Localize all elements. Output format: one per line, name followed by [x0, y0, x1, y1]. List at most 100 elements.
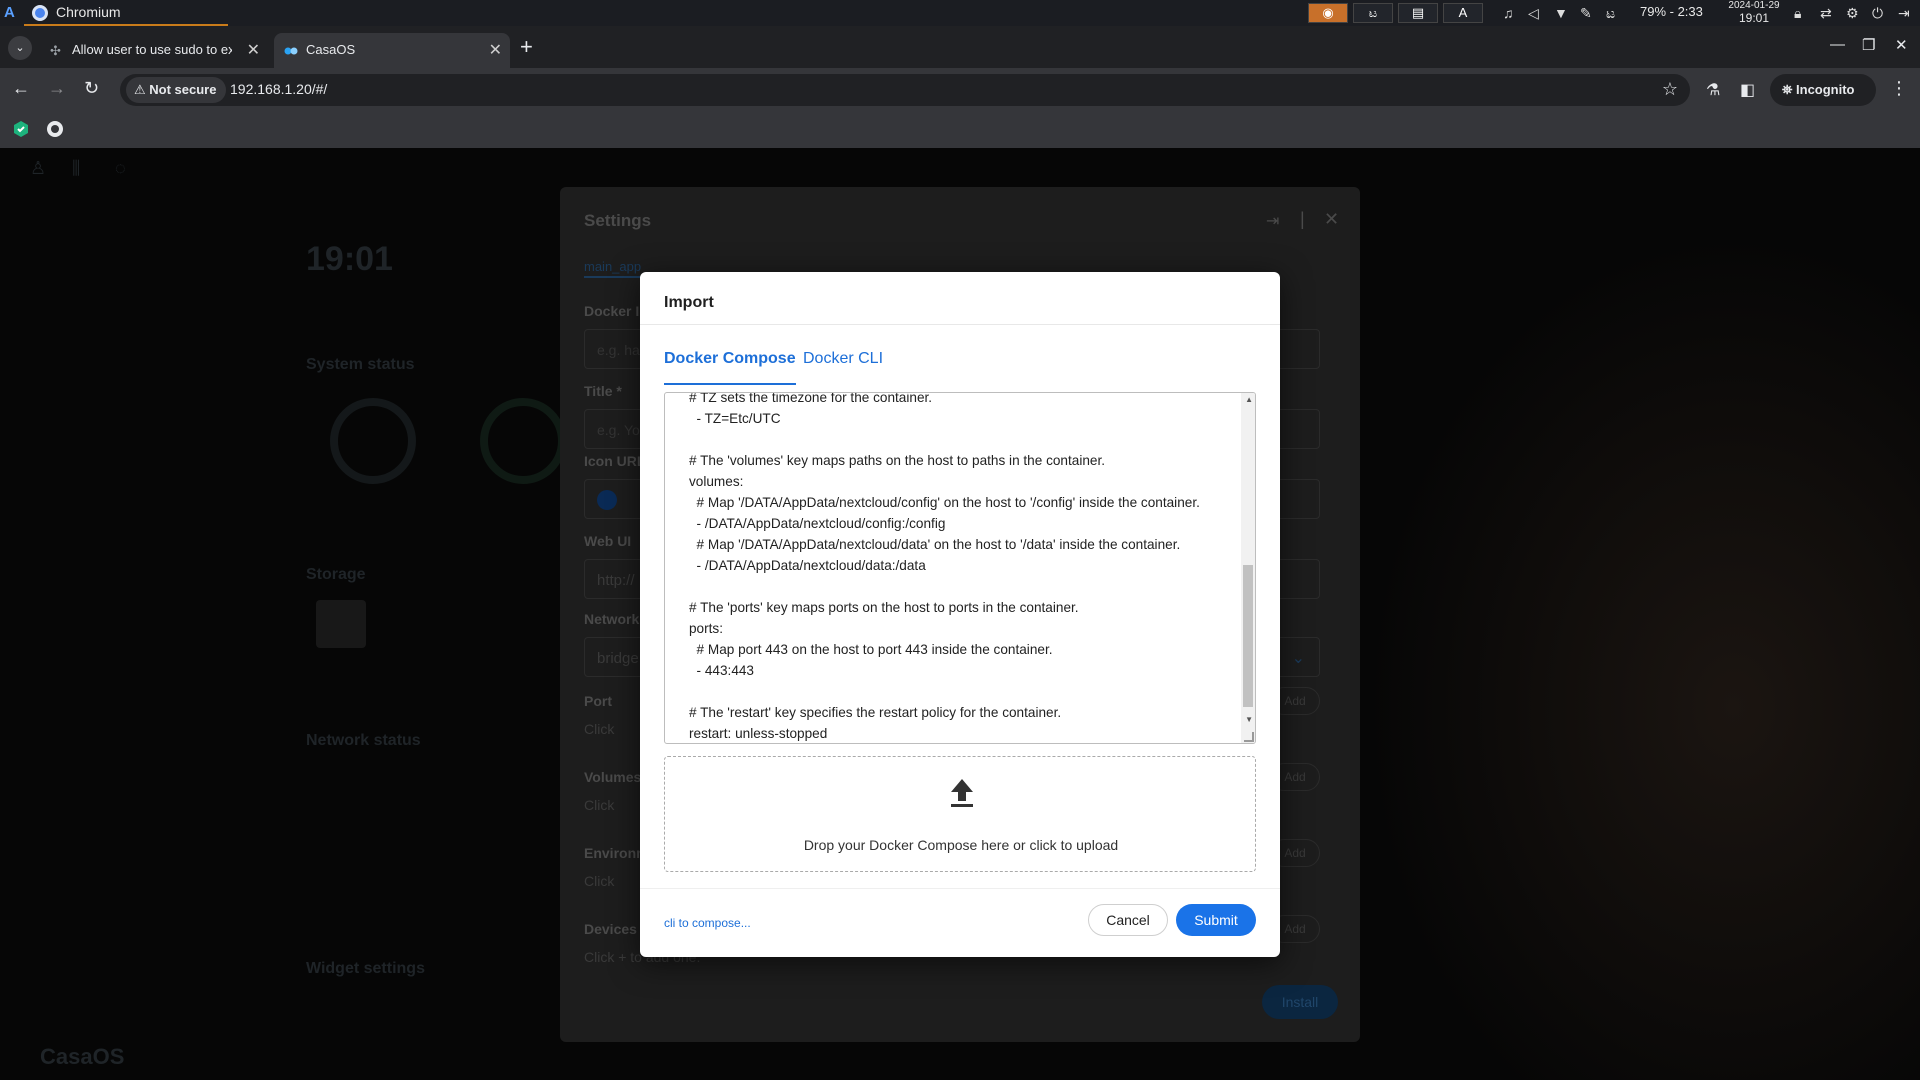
casaos-favicon-icon — [284, 43, 298, 57]
bell-icon[interactable]: ♫ — [1503, 5, 1514, 21]
widget-settings-heading: Widget settings — [306, 960, 425, 977]
forward-icon[interactable]: → — [48, 78, 66, 99]
security-label: Not secure — [149, 82, 217, 97]
new-tab-button[interactable]: + — [520, 34, 533, 60]
tray-terminal-icon[interactable]: A — [1443, 3, 1483, 23]
wallpaper — [1300, 148, 1920, 1080]
clock-time: 19:01 — [1738, 11, 1770, 25]
network-label: Network — [584, 611, 640, 627]
power-icon[interactable]: ⏻ — [1872, 5, 1883, 22]
bookmark-extension-icon[interactable] — [12, 120, 30, 138]
volume-icon[interactable]: ◁ — [1528, 5, 1539, 22]
side-panel-icon[interactable]: ◧ — [1740, 80, 1755, 100]
dropzone-text: Drop your Docker Compose here or click t… — [803, 837, 1119, 853]
scroll-down-icon[interactable]: ▼ — [1245, 715, 1253, 724]
close-window-icon[interactable]: ✕ — [1895, 36, 1908, 54]
ram-gauge — [480, 398, 566, 484]
reload-icon[interactable]: ↻ — [84, 78, 99, 99]
divider — [640, 324, 1280, 325]
submit-button[interactable]: Submit — [1176, 904, 1256, 936]
dialog-title: Import — [664, 294, 714, 311]
upload-dropzone[interactable]: Drop your Docker Compose here or click t… — [664, 756, 1256, 872]
compose-textarea[interactable]: # TZ sets the timezone for the container… — [664, 392, 1256, 744]
back-icon[interactable]: ← — [12, 78, 30, 99]
divider — [640, 888, 1280, 889]
warning-icon: ⚠ — [134, 82, 150, 97]
devices-label: Devices — [584, 921, 637, 937]
security-chip[interactable]: ⚠ Not secure — [126, 77, 227, 103]
tab-title: CasaOS — [306, 42, 356, 57]
app-indicator-icon[interactable]: ಟ — [1606, 5, 1615, 22]
web-ui-label: Web UI — [584, 533, 632, 549]
incognito-indicator[interactable]: ⛯ Incognito — [1770, 74, 1876, 106]
chat-icon[interactable]: ◌ — [115, 158, 126, 179]
logout-icon[interactable]: ⇥ — [1898, 5, 1910, 22]
install-button[interactable]: Install — [1262, 985, 1338, 1019]
chevron-down-icon: ⌄ — [1291, 650, 1305, 667]
os-top-bar: A Chromium ◉ ಟ ▤ A ♫ ◁ ▼ ✎ ಟ 79% - 2:33 … — [0, 0, 1920, 26]
page-favicon-icon: ✣ — [50, 43, 61, 58]
compose-code[interactable]: # TZ sets the timezone for the container… — [689, 393, 1200, 743]
user-icon[interactable]: ♙ — [30, 158, 46, 179]
volumes-hint: Click — [584, 797, 615, 813]
minimize-icon[interactable]: — — [1830, 36, 1845, 53]
lock-icon[interactable]: 🔒︎ — [1794, 5, 1801, 22]
tab-strip: ⌄ ✣ Allow user to use sudo to ex ✕ CasaO… — [0, 26, 1920, 68]
tab-main-app[interactable]: main_app — [584, 259, 642, 278]
icon-url-label: Icon URL — [584, 453, 646, 469]
url-text[interactable]: 192.168.1.20/#/ — [230, 81, 327, 97]
import-dialog: Import Docker Compose Docker CLI # TZ se… — [640, 272, 1280, 957]
close-tab-icon[interactable]: ✕ — [247, 40, 260, 60]
environment-label: Environm — [584, 845, 649, 861]
volumes-label: Volumes — [584, 769, 642, 785]
title-label: Title * — [584, 383, 622, 399]
environment-hint: Click — [584, 873, 615, 889]
incognito-icon: ⛯ — [1782, 82, 1797, 97]
wifi-icon[interactable]: ▼ — [1554, 5, 1568, 21]
tab-search-button[interactable]: ⌄ — [8, 36, 32, 60]
incognito-label: Incognito — [1796, 82, 1855, 97]
restore-icon[interactable]: ❐ — [1862, 36, 1875, 54]
storage-heading: Storage — [306, 566, 366, 583]
tab-docker-cli[interactable]: Docker CLI — [803, 350, 883, 385]
taskbar-item-chromium[interactable]: Chromium — [24, 0, 228, 26]
browser-toolbar: ← → ↻ ⚠ Not secure 192.168.1.20/#/ ☆ ⚗ ◧… — [0, 68, 1920, 112]
chromium-icon — [32, 5, 48, 21]
port-hint: Click — [584, 721, 615, 737]
tray-app-icon[interactable]: ಟ — [1353, 3, 1393, 23]
switch-icon[interactable]: ⇄ — [1820, 5, 1832, 22]
system-status-heading: System status — [306, 356, 415, 373]
menu-kebab-icon[interactable]: ⋮ — [1890, 78, 1908, 99]
tray-window-icon[interactable]: ▤ — [1398, 3, 1438, 23]
labs-flask-icon[interactable]: ⚗ — [1706, 80, 1720, 100]
scrollbar-thumb[interactable] — [1243, 565, 1253, 707]
battery-status: 79% - 2:33 — [1640, 4, 1703, 19]
import-icon[interactable]: ⇥ — [1266, 211, 1279, 231]
sliders-icon[interactable]: ⫼ — [72, 158, 80, 179]
cpu-gauge — [330, 398, 416, 484]
bookmark-star-icon[interactable]: ☆ — [1662, 79, 1678, 100]
taskbar-item-label: Chromium — [56, 4, 121, 20]
disk-icon — [316, 600, 366, 648]
bookmarks-bar — [0, 112, 1920, 148]
settings-title: Settings — [584, 211, 652, 230]
tab-sudo-article[interactable]: ✣ Allow user to use sudo to ex ✕ — [40, 33, 268, 68]
scroll-up-icon[interactable]: ▲ — [1245, 395, 1253, 404]
launcher-icon[interactable]: A — [4, 4, 18, 22]
cli-to-compose-link[interactable]: cli to compose... — [664, 916, 751, 930]
tab-docker-compose[interactable]: Docker Compose — [664, 350, 796, 385]
tray-chromium-icon[interactable]: ◉ — [1308, 3, 1348, 23]
settings-icon[interactable]: ⚙ — [1846, 5, 1859, 22]
dashboard-clock: 19:01 — [306, 240, 393, 278]
close-tab-icon[interactable]: ✕ — [489, 40, 502, 60]
github-icon[interactable] — [46, 120, 64, 138]
address-bar[interactable]: ⚠ Not secure 192.168.1.20/#/ ☆ — [120, 74, 1690, 106]
tab-casaos[interactable]: CasaOS ✕ — [274, 33, 510, 68]
network-status-heading: Network status — [306, 732, 421, 749]
upload-icon — [950, 777, 974, 809]
resize-grip-icon[interactable] — [1244, 732, 1254, 742]
pen-icon[interactable]: ✎ — [1580, 5, 1592, 22]
casaos-footer-logo: CasaOS — [40, 1044, 125, 1069]
cancel-button[interactable]: Cancel — [1088, 904, 1168, 936]
close-icon[interactable]: ✕ — [1324, 209, 1339, 230]
